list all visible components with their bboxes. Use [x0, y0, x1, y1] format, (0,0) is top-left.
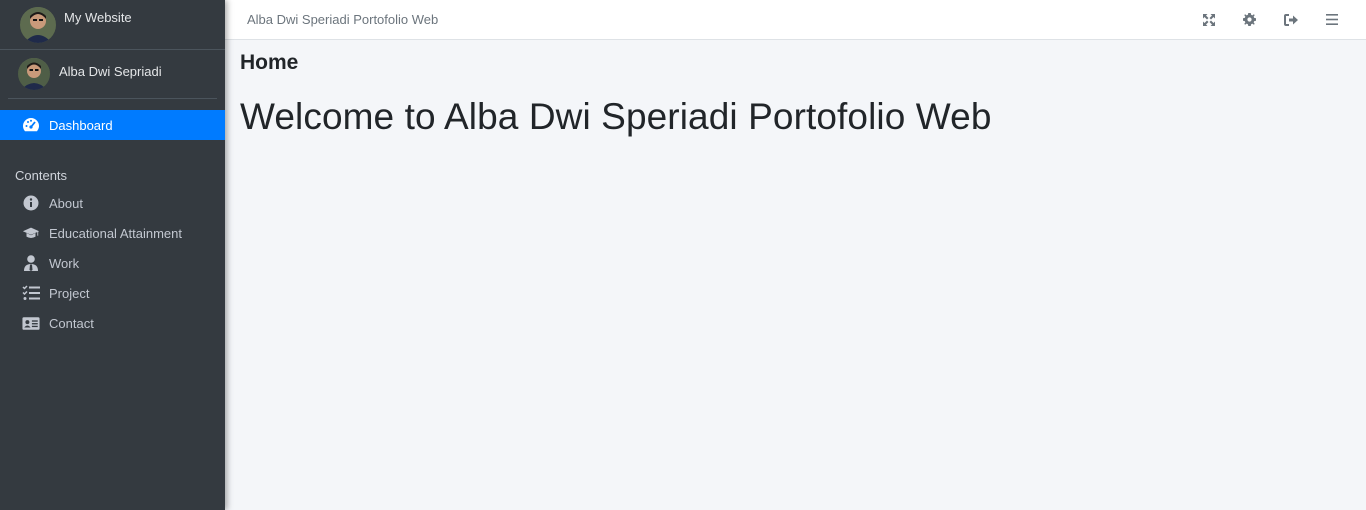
user-avatar	[18, 58, 50, 90]
sidebar: My Website Alba Dwi Sepriadi Dashboard C…	[0, 0, 225, 510]
navbar-actions	[1188, 0, 1352, 40]
gear-icon[interactable]	[1229, 0, 1270, 40]
page-title: Home	[240, 51, 299, 74]
fullscreen-icon[interactable]	[1188, 0, 1229, 40]
user-panel[interactable]: Alba Dwi Sepriadi	[8, 50, 217, 99]
menu-icon[interactable]	[1311, 0, 1352, 40]
sign-out-icon[interactable]	[1270, 0, 1311, 40]
sidebar-item-about[interactable]: About	[0, 188, 225, 218]
graduation-cap-icon	[22, 224, 40, 242]
welcome-heading: Welcome to Alba Dwi Speriadi Portofolio …	[240, 96, 992, 137]
sidebar-item-label: About	[49, 195, 83, 211]
brand-logo	[20, 6, 56, 43]
sidebar-item-project[interactable]: Project	[0, 278, 225, 308]
brand-text: My Website	[64, 10, 132, 25]
sidebar-item-work[interactable]: Work	[0, 248, 225, 278]
sidebar-nav: Dashboard Contents About Educational Att…	[0, 110, 225, 338]
user-name: Alba Dwi Sepriadi	[59, 64, 162, 79]
address-card-icon	[22, 314, 40, 332]
section-header: Contents	[15, 168, 68, 183]
top-navbar: Alba Dwi Speriadi Portofolio Web	[225, 0, 1366, 40]
sidebar-item-label: Dashboard	[49, 117, 113, 133]
tasks-icon	[22, 284, 40, 302]
brand-link[interactable]: My Website	[0, 0, 225, 50]
tachometer-icon	[22, 116, 40, 134]
sidebar-item-label: Educational Attainment	[49, 225, 182, 241]
sidebar-item-educational-attainment[interactable]: Educational Attainment	[0, 218, 225, 248]
main-content: Home Welcome to Alba Dwi Speriadi Portof…	[225, 40, 1366, 510]
user-tie-icon	[22, 254, 40, 272]
sidebar-item-contact[interactable]: Contact	[0, 308, 225, 338]
info-circle-icon	[22, 194, 40, 212]
sidebar-item-label: Work	[49, 255, 80, 271]
site-title-link[interactable]: Alba Dwi Speriadi Portofolio Web	[247, 12, 438, 27]
sidebar-item-dashboard[interactable]: Dashboard	[0, 110, 225, 140]
sidebar-item-label: Contact	[49, 315, 94, 331]
sidebar-item-label: Project	[49, 285, 90, 301]
